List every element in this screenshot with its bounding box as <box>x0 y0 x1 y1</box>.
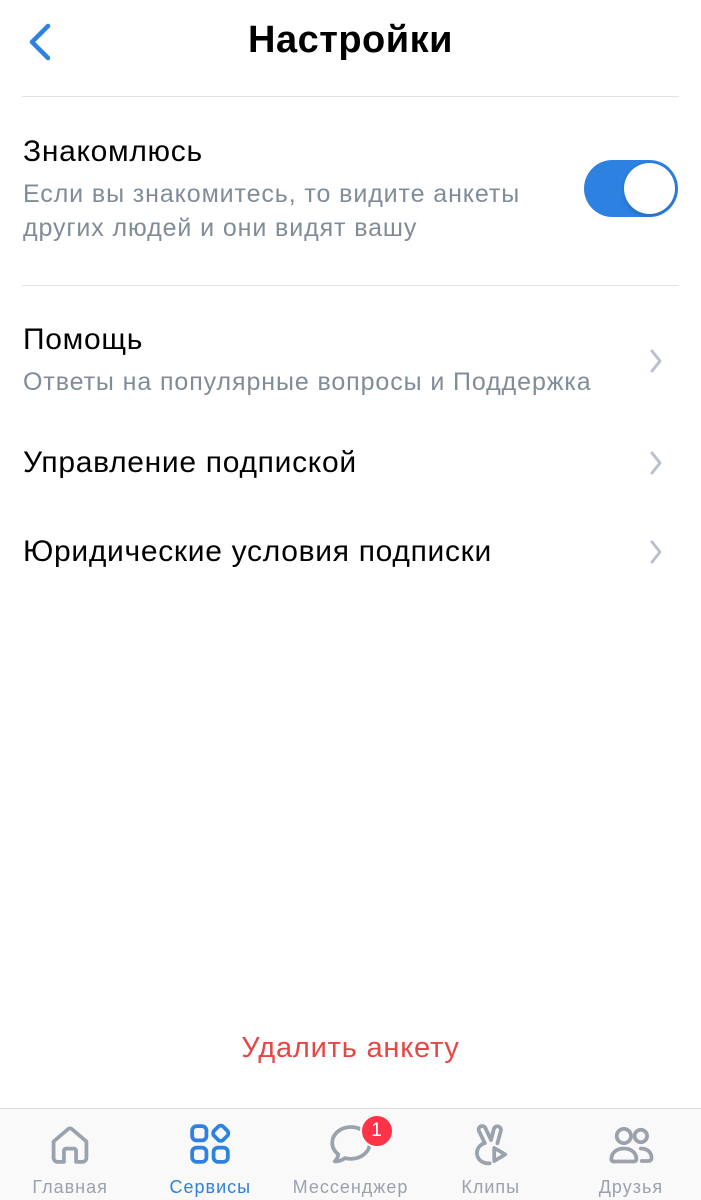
tab-label: Сервисы <box>169 1177 252 1197</box>
tab-friends[interactable]: Друзья <box>561 1109 701 1200</box>
clips-icon <box>474 1124 507 1166</box>
section-divider <box>22 285 679 286</box>
tab-bar: Главная Сервисы 1 Мессенджер Клипы Друзь… <box>0 1108 701 1200</box>
menu-item-title: Юридические условия подписки <box>23 535 492 568</box>
menu-item-title: Управление подпиской <box>23 446 357 479</box>
tab-home[interactable]: Главная <box>0 1109 140 1200</box>
tab-label: Главная <box>32 1177 108 1197</box>
dating-description: Если вы знакомитесь, то видите анкеты др… <box>23 180 521 242</box>
tab-clips[interactable]: Клипы <box>421 1109 561 1200</box>
header-divider <box>22 96 679 97</box>
dating-toggle[interactable] <box>584 160 678 217</box>
menu-item-subscription[interactable]: Управление подпиской <box>0 420 701 506</box>
page-title: Настройки <box>248 19 453 61</box>
toggle-knob <box>624 163 675 214</box>
tab-label: Мессенджер <box>292 1177 409 1197</box>
tab-label: Клипы <box>461 1177 521 1197</box>
chevron-right-icon <box>650 540 662 564</box>
services-icon <box>190 1123 231 1164</box>
home-icon <box>51 1126 89 1164</box>
unread-badge: 1 <box>359 1114 394 1148</box>
delete-profile-button[interactable]: Удалить анкету <box>0 1030 701 1066</box>
menu-item-help[interactable]: Помощь Ответы на популярные вопросы и По… <box>0 300 701 410</box>
menu-item-title: Помощь <box>23 323 144 356</box>
tab-label: Друзья <box>598 1177 664 1197</box>
settings-screen: Настройки Знакомлюсь Если вы знакомитесь… <box>0 0 701 1200</box>
menu-item-subtitle: Ответы на популярные вопросы и Поддержка <box>23 368 592 396</box>
friends-icon <box>609 1126 654 1164</box>
tab-services[interactable]: Сервисы <box>140 1109 280 1200</box>
menu-item-legal-terms[interactable]: Юридические условия подписки <box>0 509 701 595</box>
dating-title: Знакомлюсь <box>23 135 203 168</box>
chevron-right-icon <box>650 349 662 373</box>
chevron-right-icon <box>650 451 662 475</box>
tab-messenger[interactable]: 1 Мессенджер <box>280 1109 420 1200</box>
